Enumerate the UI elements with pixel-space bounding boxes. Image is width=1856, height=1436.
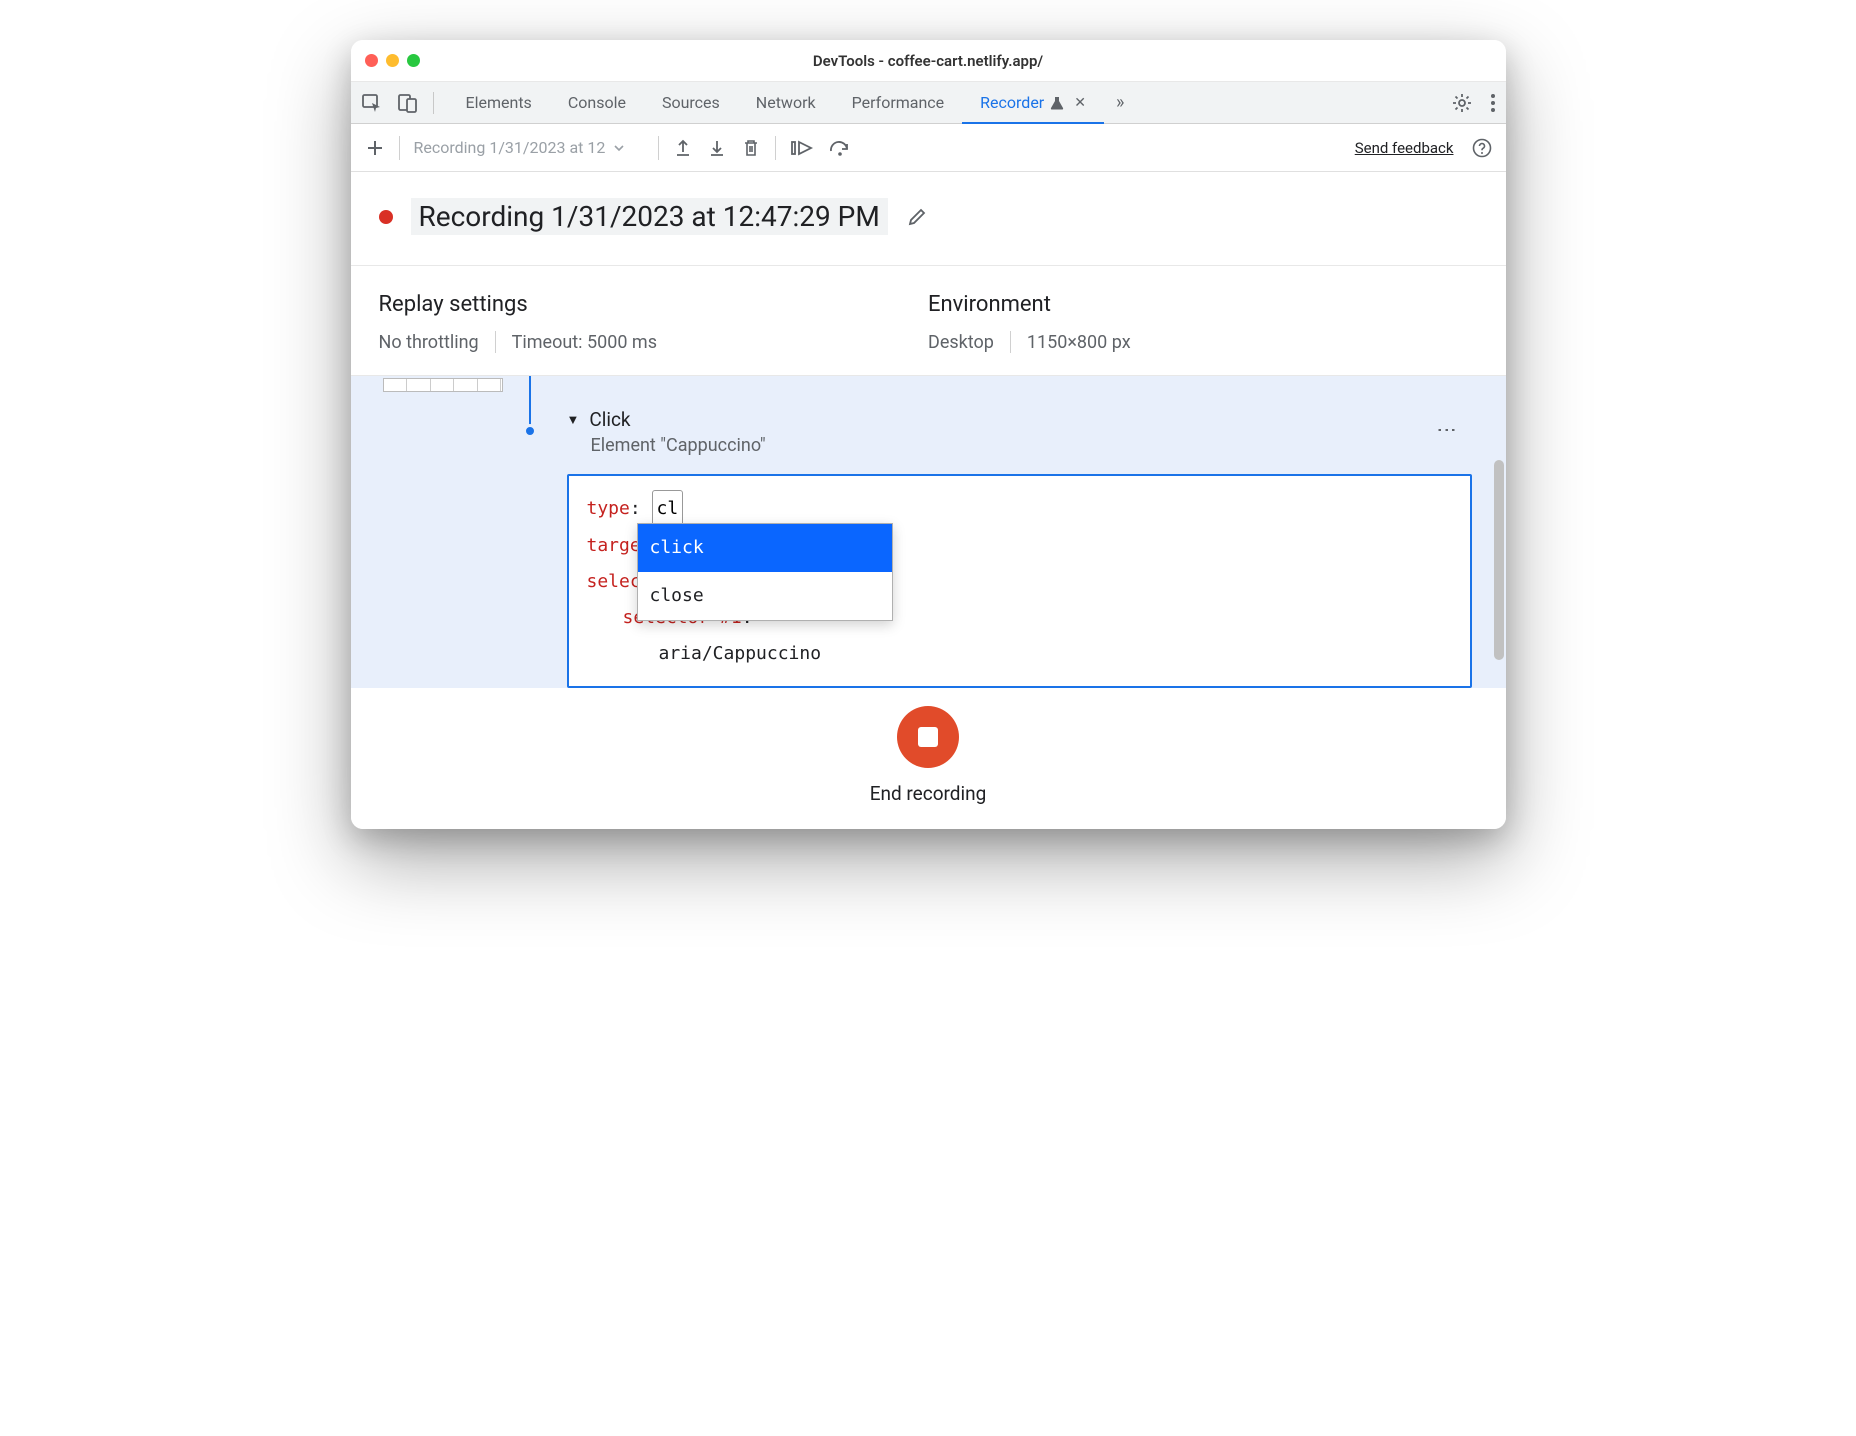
caret-down-icon: ▼ [567, 412, 580, 428]
tab-elements[interactable]: Elements [448, 82, 550, 123]
separator [495, 331, 496, 353]
more-tabs-icon[interactable]: » [1116, 92, 1124, 113]
export-icon[interactable] [673, 138, 693, 158]
send-feedback-link[interactable]: Send feedback [1355, 139, 1454, 157]
step-subtitle: Element "Cappuccino" [591, 435, 1472, 456]
environment-heading: Environment [928, 292, 1478, 317]
step-header[interactable]: ▼ Click [567, 408, 1472, 431]
replay-settings-heading: Replay settings [379, 292, 929, 317]
titlebar: DevTools - coffee-cart.netlify.app/ [351, 40, 1506, 82]
add-recording-icon[interactable] [365, 138, 385, 158]
end-recording-bar: End recording [351, 688, 1506, 829]
recorder-toolbar: Recording 1/31/2023 at 12 Send feedback [351, 124, 1506, 172]
separator [1010, 331, 1011, 353]
delete-icon[interactable] [741, 138, 761, 158]
recording-title[interactable]: Recording 1/31/2023 at 12:47:29 PM [411, 198, 888, 235]
replay-icon[interactable] [790, 138, 814, 158]
prop-key-type: type [587, 498, 630, 519]
screenshot-thumbnails[interactable] [383, 378, 503, 392]
recording-dropdown[interactable]: Recording 1/31/2023 at 12 [414, 138, 644, 157]
device-value[interactable]: Desktop [928, 332, 994, 353]
end-recording-button[interactable] [897, 706, 959, 768]
separator [399, 136, 400, 160]
tab-console[interactable]: Console [550, 82, 644, 123]
settings-row: Replay settings No throttling Timeout: 5… [351, 266, 1506, 376]
inspect-element-icon[interactable] [361, 92, 383, 114]
viewport-value[interactable]: 1150×800 px [1027, 332, 1131, 353]
autocomplete-popup: click close [637, 523, 893, 621]
import-icon[interactable] [707, 138, 727, 158]
record-indicator-icon [379, 210, 393, 224]
step-title: Click [589, 408, 630, 431]
edit-title-icon[interactable] [906, 206, 928, 228]
chevron-down-icon [613, 142, 625, 154]
environment-settings: Environment Desktop 1150×800 px [928, 292, 1478, 353]
close-window-button[interactable] [365, 54, 378, 67]
stop-icon [918, 727, 938, 747]
timeout-value[interactable]: Timeout: 5000 ms [512, 332, 657, 353]
traffic-lights [365, 54, 420, 67]
tab-recorder[interactable]: Recorder ✕ [962, 82, 1104, 123]
settings-icon[interactable] [1452, 93, 1472, 113]
throttling-value[interactable]: No throttling [379, 332, 479, 353]
step-area: ⋮ ▼ Click Element "Cappuccino" type: cl … [351, 376, 1506, 688]
window-title: DevTools - coffee-cart.netlify.app/ [351, 52, 1506, 70]
help-icon[interactable] [1472, 138, 1492, 158]
tabs-row: Elements Console Sources Network Perform… [351, 82, 1506, 124]
tab-performance[interactable]: Performance [834, 82, 963, 123]
autocomplete-item-click[interactable]: click [638, 524, 892, 572]
prop-val-selector1: aria/Cappuccino [587, 636, 1452, 672]
separator [658, 136, 659, 160]
inspect-group [361, 92, 434, 114]
maximize-window-button[interactable] [407, 54, 420, 67]
replay-settings: Replay settings No throttling Timeout: 5… [379, 292, 929, 353]
more-menu-icon[interactable] [1490, 93, 1496, 113]
timeline-line [529, 376, 531, 430]
end-recording-label: End recording [870, 782, 987, 805]
tab-network[interactable]: Network [738, 82, 834, 123]
device-toggle-icon[interactable] [397, 92, 419, 114]
step-marker-icon [523, 424, 537, 438]
step-over-icon[interactable] [828, 138, 852, 158]
close-icon[interactable]: ✕ [1074, 95, 1086, 111]
devtools-window: DevTools - coffee-cart.netlify.app/ Elem… [351, 40, 1506, 829]
separator [775, 136, 776, 160]
autocomplete-item-close[interactable]: close [638, 572, 892, 620]
minimize-window-button[interactable] [386, 54, 399, 67]
step-block: ▼ Click Element "Cappuccino" type: cl ta… [567, 408, 1472, 688]
tab-sources[interactable]: Sources [644, 82, 738, 123]
flask-icon [1050, 96, 1064, 110]
scrollbar[interactable] [1494, 460, 1504, 660]
panel-tabs: Elements Console Sources Network Perform… [448, 82, 1104, 123]
recording-header: Recording 1/31/2023 at 12:47:29 PM [351, 172, 1506, 266]
step-details: type: cl target select selector #1: aria… [567, 474, 1472, 688]
